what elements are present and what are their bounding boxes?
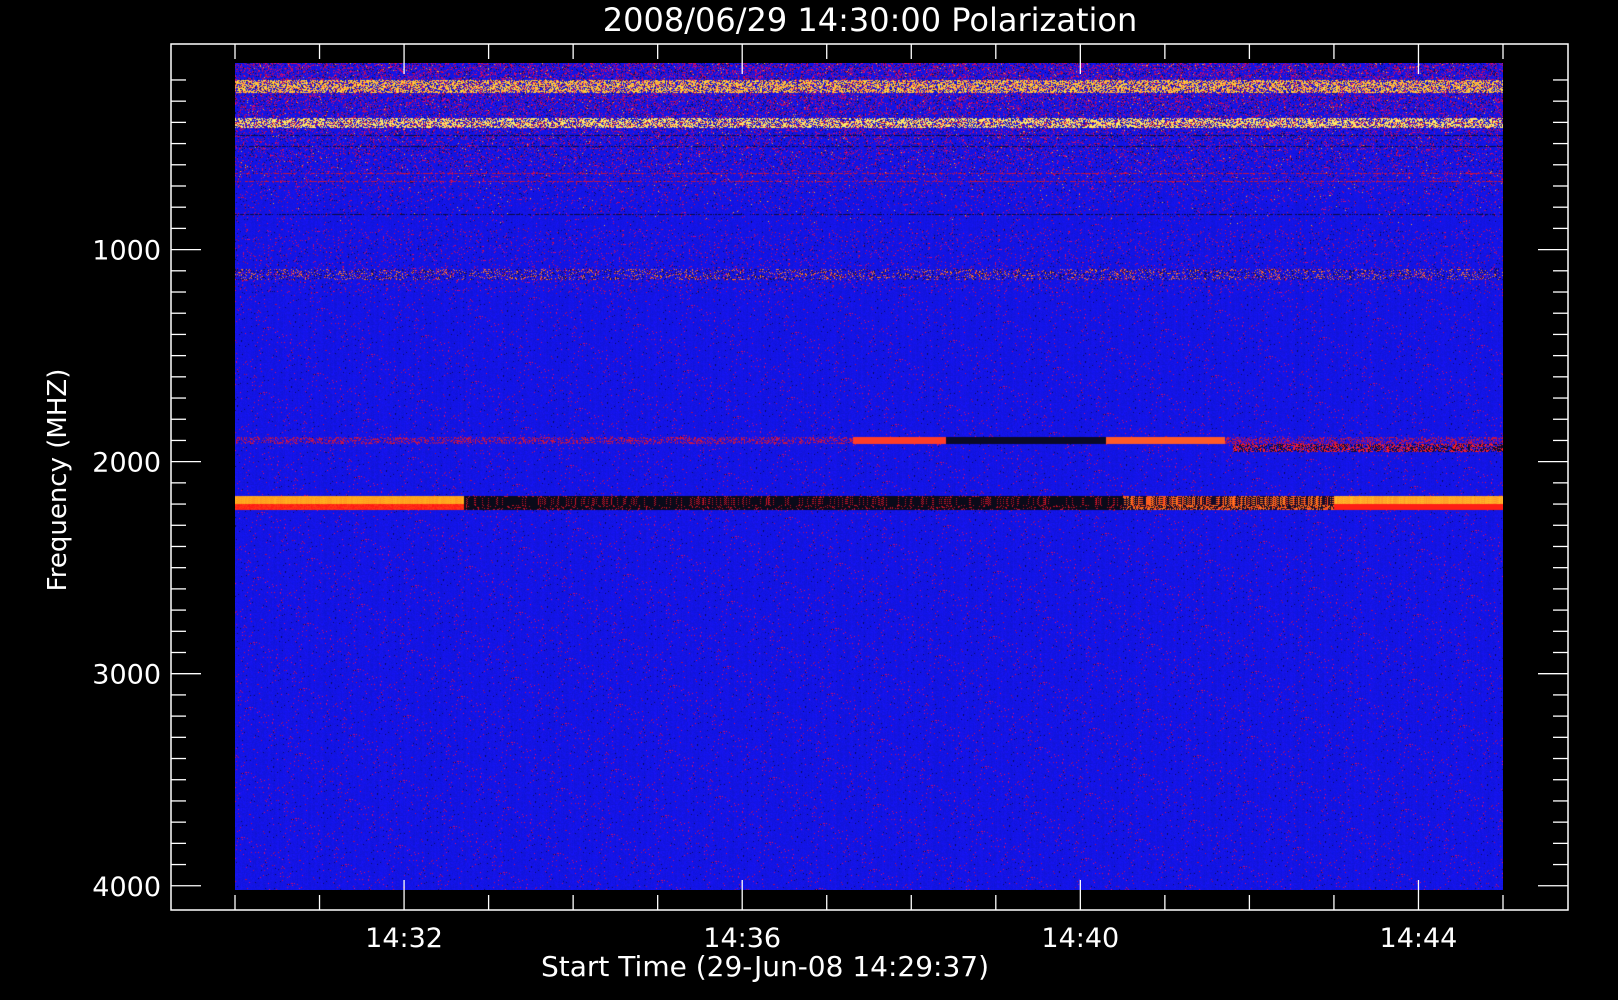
x-tick-label: 14:36 — [703, 923, 781, 954]
plot-frame — [170, 43, 1569, 911]
y-tick-label: 1000 — [92, 236, 161, 267]
x-axis-label: Start Time (29-Jun-08 14:29:37) — [541, 950, 989, 983]
y-axis-label: Frequency (MHZ) — [43, 369, 73, 592]
chart-title: 2008/06/29 14:30:00 Polarization — [603, 1, 1137, 39]
y-tick-label: 4000 — [92, 872, 161, 903]
axis-tick-labels: 1000 2000 3000 4000 14:32 14:36 14:40 14:44 — [92, 236, 1457, 954]
x-tick-label: 14:40 — [1041, 923, 1119, 954]
chart-axes: 2008/06/29 14:30:00 Polarization Start T… — [43, 1, 1569, 983]
x-tick-label: 14:32 — [365, 923, 443, 954]
x-tick-label: 14:44 — [1380, 923, 1458, 954]
axis-ticks — [171, 44, 1568, 910]
chart: 2008/06/29 14:30:00 Polarization Start T… — [0, 0, 1618, 1000]
y-tick-label: 2000 — [92, 448, 161, 479]
y-tick-label: 3000 — [92, 660, 161, 691]
